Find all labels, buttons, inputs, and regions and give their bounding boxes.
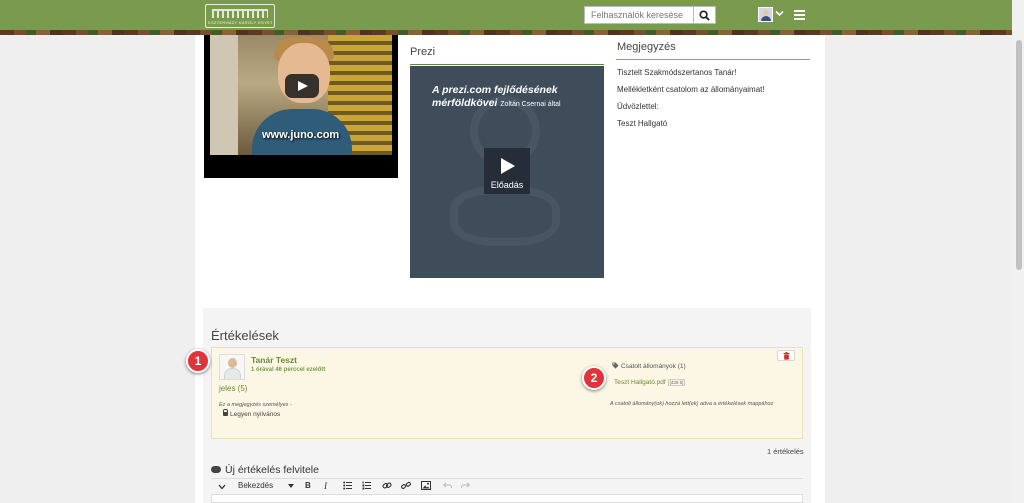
redo-icon[interactable]	[461, 482, 470, 489]
attachments-note: A csatolt állomány(ok) hozzá lett(ek) ad…	[610, 401, 774, 407]
delete-evaluation-button[interactable]	[777, 350, 795, 361]
note-line: Üdvözlettel:	[617, 102, 659, 111]
new-evaluation-title: Új értékelés felvitele	[211, 464, 319, 476]
avatar-torso	[761, 16, 771, 21]
evaluator-avatar	[219, 354, 245, 380]
prezi-embed[interactable]: A prezi.com fejlődésének mérföldkövei Zo…	[410, 66, 604, 278]
italic-button[interactable]: I	[324, 481, 327, 491]
annotation-marker-2: 2	[582, 366, 606, 390]
user-search-input[interactable]	[584, 6, 694, 24]
note-line: Mellékletként csatolom az állományaimat!	[617, 85, 765, 94]
prezi-title: A prezi.com fejlődésének mérföldkövei Zo…	[432, 84, 602, 110]
top-navigation-bar	[0, 0, 1024, 30]
menu-bar	[794, 14, 805, 16]
editor-text-area[interactable]	[211, 494, 803, 503]
chevron-down-icon[interactable]	[775, 10, 784, 17]
scrollbar-thumb[interactable]	[1016, 40, 1022, 270]
annotation-marker-1: 1	[186, 349, 210, 373]
attachments-label: Csatolt állományok (1)	[621, 363, 686, 370]
format-select[interactable]: Bekezdés	[238, 481, 273, 490]
menu-bar	[794, 10, 805, 12]
prezi-play-button[interactable]: Előadás	[484, 148, 530, 194]
play-icon[interactable]	[285, 74, 319, 98]
video-player[interactable]: www.juno.com	[204, 35, 398, 178]
search-button[interactable]	[694, 6, 716, 24]
attachment-file-name[interactable]: Teszt Hallgató.pdf	[614, 379, 666, 386]
note-line: Tisztelt Szakmódszertanos Tanár!	[617, 68, 737, 77]
note-line: Teszt Hallgató	[617, 119, 668, 128]
make-public-label: Legyen nyilvános	[230, 411, 281, 418]
format-dropdown-icon[interactable]	[288, 484, 294, 488]
logo-text: ESZTERHÁZY KÁROLY EGYETEM	[208, 20, 272, 25]
evaluation-grade: jeles (5)	[219, 384, 248, 393]
evaluator-name[interactable]: Tanár Teszt	[251, 355, 297, 365]
evaluation-timestamp: 1 órával 46 perccel ezelőtt	[251, 367, 326, 373]
new-evaluation-title-text: Új értékelés felvitele	[225, 464, 319, 476]
building-icon	[212, 9, 268, 18]
video-watermark: www.juno.com	[262, 129, 340, 141]
toolbar-collapse-icon[interactable]	[218, 484, 226, 490]
prezi-label: Prezi	[410, 46, 436, 58]
attachments-header: Csatolt állományok (1)	[612, 362, 686, 370]
numbered-list-icon[interactable]	[362, 481, 371, 490]
university-logo[interactable]: ESZTERHÁZY KÁROLY EGYETEM	[205, 4, 275, 28]
video-scene-wall	[210, 35, 238, 155]
editor-toolbar	[211, 478, 803, 494]
evaluation-count: 1 értékelés	[767, 447, 804, 456]
comment-icon	[211, 466, 221, 473]
prezi-bg-shape	[450, 186, 560, 246]
image-icon[interactable]	[421, 481, 431, 490]
evaluator-avatar-head	[228, 358, 237, 368]
personal-note-text: Ez a megjegyzés személyes -	[219, 402, 292, 408]
note-label: Megjegyzés	[617, 41, 676, 53]
bold-button[interactable]: B	[305, 481, 311, 490]
undo-icon[interactable]	[443, 482, 452, 489]
evaluator-avatar-torso	[224, 368, 241, 379]
evaluation-card	[211, 347, 803, 439]
prezi-divider	[410, 64, 604, 65]
note-divider	[616, 59, 810, 60]
bullet-list-icon[interactable]	[343, 481, 352, 490]
evaluations-title: Értékelések	[211, 328, 279, 343]
link-icon[interactable]	[382, 481, 392, 490]
search-icon	[699, 10, 710, 21]
lock-icon	[223, 409, 228, 416]
prezi-play-label: Előadás	[490, 180, 524, 190]
unlink-icon[interactable]	[401, 481, 411, 490]
prezi-author: Zoltán Csernai által	[500, 101, 561, 109]
user-avatar-icon[interactable]	[758, 7, 773, 22]
tag-icon	[612, 362, 619, 369]
menu-bar	[794, 18, 805, 20]
attachment-file-size: [430 b]	[667, 379, 686, 386]
make-public-link[interactable]: Legyen nyilvános	[223, 409, 281, 418]
attachment-file[interactable]: Teszt Hallgató.pdf [430 b]	[614, 379, 686, 386]
hamburger-menu-icon[interactable]	[794, 10, 805, 20]
trash-icon	[783, 352, 790, 360]
